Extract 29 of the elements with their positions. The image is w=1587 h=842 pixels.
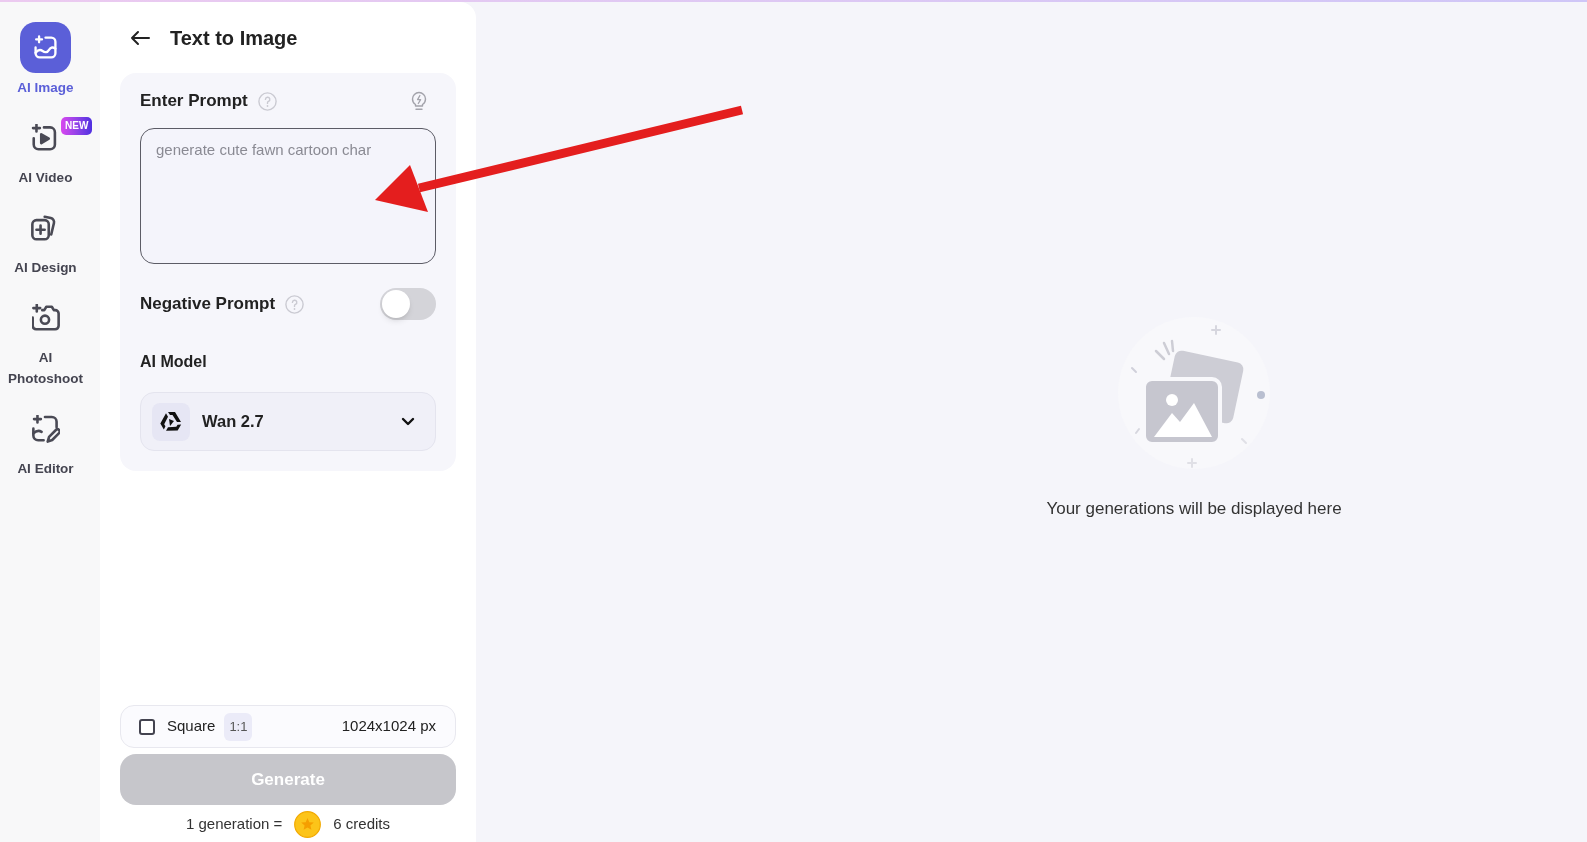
new-badge: NEW: [61, 117, 93, 135]
negative-prompt-label: Negative Prompt: [140, 293, 276, 316]
image-sparkle-icon: [20, 22, 71, 73]
sidebar-item[interactable]: AI Image: [17, 22, 74, 98]
prompt-label: Enter Prompt: [140, 90, 248, 113]
lightbulb-icon[interactable]: [411, 91, 427, 111]
help-icon[interactable]: [285, 294, 305, 314]
ratio-badge: 1:1: [224, 712, 253, 741]
sidebar-item[interactable]: AI Editor: [17, 403, 74, 479]
cost-text: 1 generation =: [186, 813, 283, 834]
model-logo-icon: [152, 402, 190, 441]
checkbox[interactable]: [139, 718, 155, 735]
sidebar-item[interactable]: AI Photoshoot: [5, 292, 86, 389]
chevron-down-icon: [401, 417, 415, 426]
image-pencil-icon: [31, 414, 60, 443]
dimensions-text: 1024x1024 px: [341, 716, 436, 737]
model-dropdown[interactable]: Wan 2.7: [140, 392, 436, 451]
toggle-switch[interactable]: [380, 288, 436, 320]
sidebar-item[interactable]: AI Design: [14, 202, 77, 278]
coin-icon: [294, 810, 322, 838]
size-label: Square: [167, 716, 216, 737]
camera-sparkle-icon: [31, 303, 60, 332]
back-arrow-icon[interactable]: [130, 29, 150, 46]
credits-text: 6 credits: [333, 813, 390, 834]
size-selector[interactable]: Square 1:1 1024x1024 px: [120, 705, 456, 748]
model-label: AI Model: [140, 352, 207, 372]
help-icon[interactable]: [257, 91, 277, 111]
panel-title: Text to Image: [170, 25, 298, 51]
empty-state-message: Your generations will be displayed here: [1046, 498, 1342, 520]
